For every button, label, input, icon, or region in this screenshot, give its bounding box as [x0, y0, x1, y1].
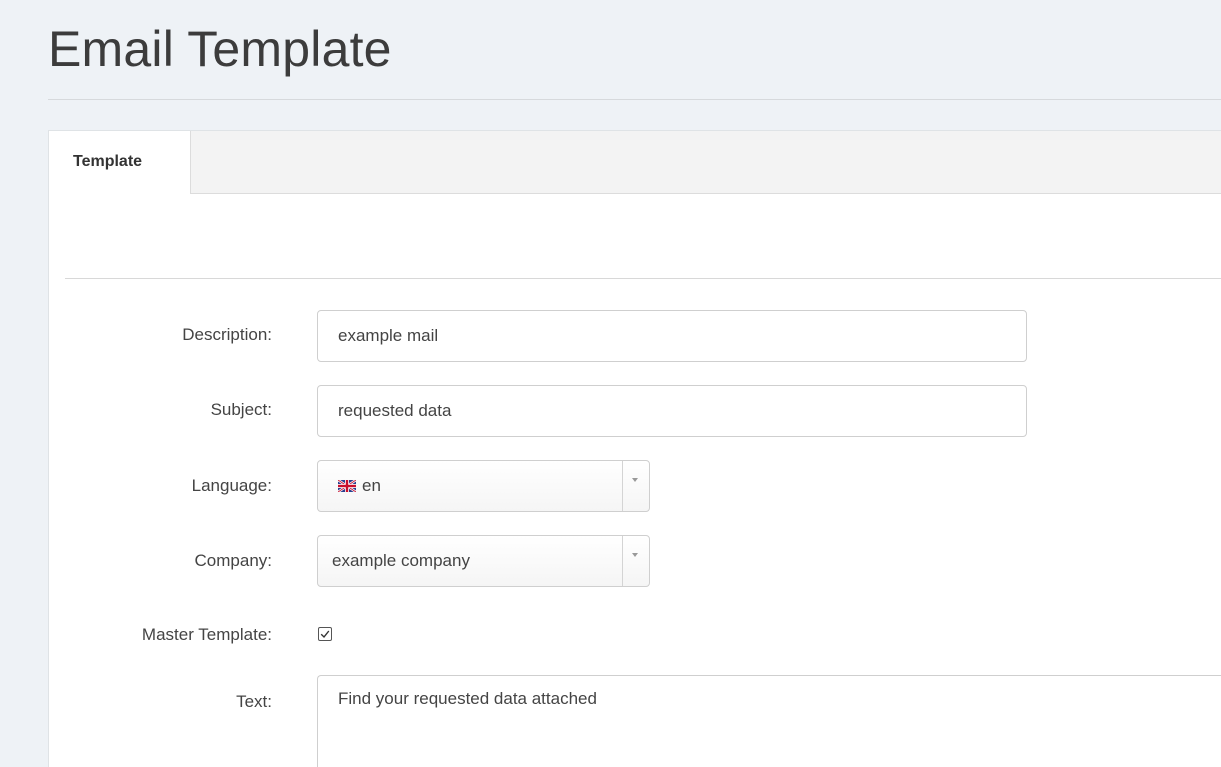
language-label: Language:	[191, 476, 272, 495]
title-divider	[48, 99, 1221, 100]
chevron-down-icon	[632, 478, 638, 482]
subject-label: Subject:	[210, 400, 272, 419]
company-label: Company:	[194, 551, 272, 570]
tab-bar: Template	[49, 131, 1221, 194]
text-textarea[interactable]: Find your requested data attached	[317, 675, 1221, 767]
template-panel: Template	[48, 130, 1221, 767]
page-title: Email Template	[48, 21, 392, 77]
tab-template[interactable]: Template	[49, 131, 191, 194]
language-value: en	[362, 476, 381, 495]
uk-flag-icon	[337, 477, 357, 497]
description-input[interactable]	[317, 310, 1027, 362]
description-label: Description:	[182, 325, 272, 344]
chevron-down-icon	[632, 553, 638, 557]
master-template-label: Master Template:	[141, 625, 272, 644]
email-template-page: Email Template Template Description: Sub…	[0, 0, 1221, 767]
master-template-checkbox[interactable]	[318, 627, 332, 641]
language-select[interactable]: en	[317, 460, 650, 512]
language-selected: en	[332, 476, 381, 497]
company-select[interactable]: example company	[317, 535, 650, 587]
section-divider	[65, 278, 1221, 279]
subject-input[interactable]	[317, 385, 1027, 437]
checkmark-icon	[320, 630, 330, 639]
text-label: Text:	[236, 692, 272, 711]
language-dropdown-toggle[interactable]	[622, 461, 649, 511]
company-value: example company	[332, 551, 470, 570]
company-dropdown-toggle[interactable]	[622, 536, 649, 586]
